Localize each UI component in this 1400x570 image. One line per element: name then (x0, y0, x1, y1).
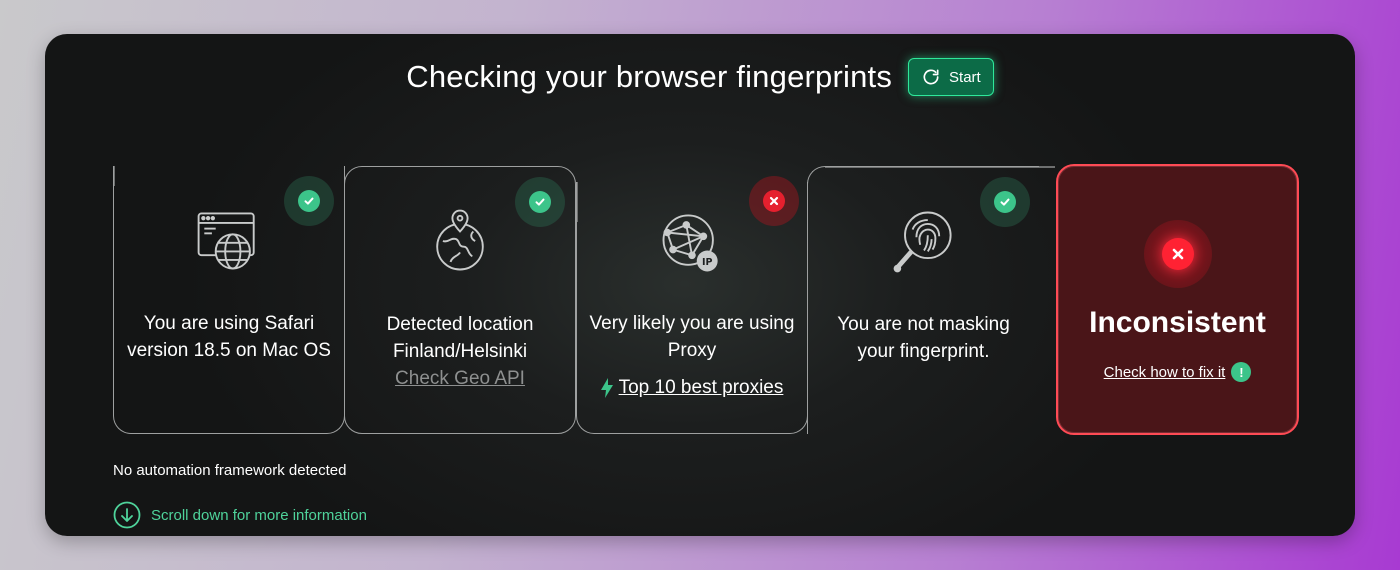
fingerprint-card: You are not masking your fingerprint. (807, 166, 1039, 434)
browser-globe-icon (197, 212, 255, 270)
result-label: Inconsistent (1089, 306, 1266, 339)
check-icon (535, 198, 545, 206)
status-fail-badge (1143, 220, 1212, 288)
status-fail-badge (749, 176, 799, 226)
fingerprint-card-text: You are not masking your fingerprint. (837, 314, 1010, 362)
panel-header: Checking your browser fingerprints Start (45, 58, 1355, 96)
globe-location-icon (436, 209, 484, 271)
result-card: Inconsistent Check how to fix it ! (1056, 164, 1299, 435)
refresh-icon (923, 69, 939, 85)
check-geo-api-link[interactable]: Check Geo API (355, 365, 565, 392)
fingerprint-search-icon (893, 211, 952, 273)
proxy-card: IP Very likely you are using Proxy Top 1… (576, 176, 808, 434)
x-icon (769, 196, 779, 206)
network-ip-icon: IP (662, 214, 718, 272)
arrow-down-circle-icon (113, 501, 141, 529)
location-label: Detected location (386, 314, 534, 335)
scroll-hint-label: Scroll down for more information (151, 506, 367, 524)
page-title: Checking your browser fingerprints (406, 59, 893, 94)
lightning-icon (600, 377, 613, 398)
scroll-down-hint[interactable]: Scroll down for more information (113, 501, 367, 529)
start-button[interactable]: Start (908, 58, 994, 96)
status-ok-badge (515, 177, 565, 227)
location-card: Detected location Finland/Helsinki Check… (344, 166, 576, 434)
top-proxies-link[interactable]: Top 10 best proxies (619, 374, 784, 401)
svg-text:IP: IP (702, 257, 713, 268)
x-icon (1172, 248, 1183, 260)
proxy-card-text: Very likely you are using Proxy Top 10 b… (587, 310, 797, 401)
status-ok-badge (980, 177, 1030, 227)
check-icon (304, 197, 314, 205)
proxy-warning: Very likely you are using Proxy (589, 313, 795, 361)
check-icon (1000, 198, 1010, 206)
browser-card: You are using Safari version 18.5 on Mac… (113, 166, 345, 434)
automation-status: No automation framework detected (113, 462, 347, 479)
exclamation-icon: ! (1231, 362, 1252, 382)
browser-card-text: You are using Safari version 18.5 on Mac… (127, 313, 331, 361)
location-value: Finland/Helsinki (392, 341, 528, 362)
fingerprint-panel: Checking your browser fingerprints Start… (45, 34, 1355, 536)
status-ok-badge (284, 176, 334, 226)
start-button-label: Start (949, 68, 981, 86)
location-card-text: Detected location Finland/Helsinki Check… (355, 311, 565, 392)
fix-it-link[interactable]: Check how to fix it (1104, 364, 1226, 381)
